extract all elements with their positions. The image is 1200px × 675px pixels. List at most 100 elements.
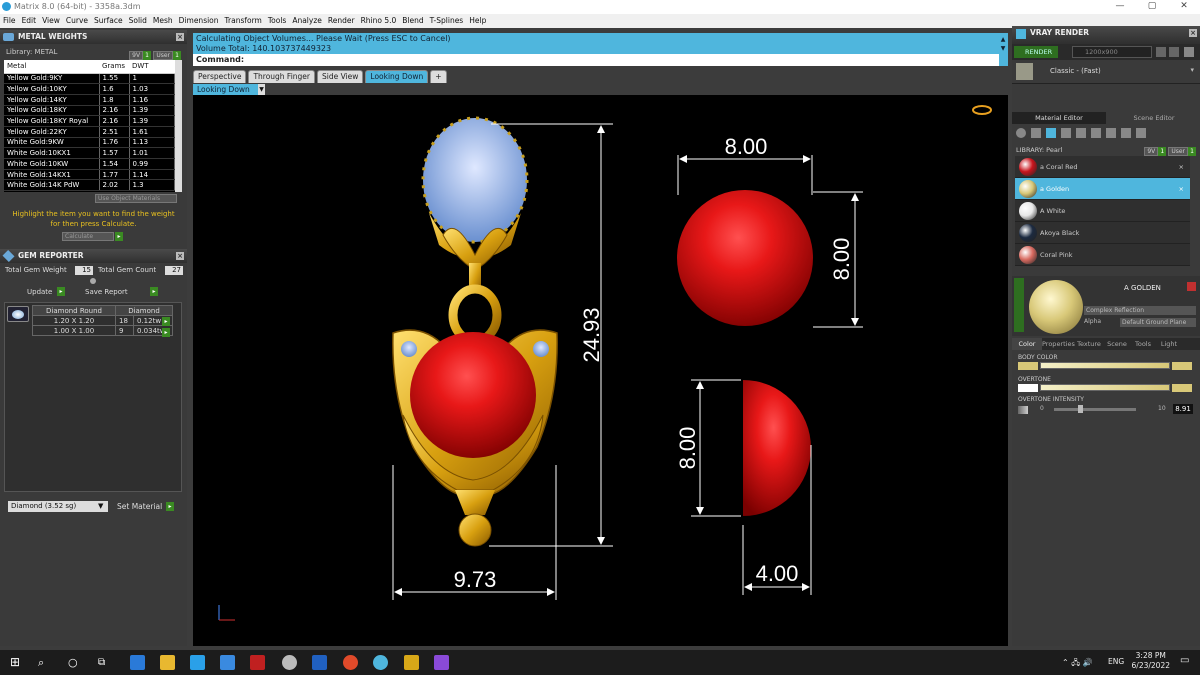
collapse-handle[interactable] (1014, 278, 1024, 332)
metal-row[interactable]: Yellow Gold:18KY 2.16 1.39 (4, 105, 175, 117)
gem-icon[interactable] (1031, 128, 1041, 138)
task-view-icon[interactable]: ⧉ (98, 655, 113, 670)
use-object-materials-select[interactable]: Use Object Materials (95, 194, 177, 203)
app-icon[interactable] (250, 655, 265, 670)
metal-table-scrollbar[interactable] (175, 60, 182, 192)
metal-row[interactable]: White Gold:10KW 1.54 0.99 (4, 158, 175, 170)
tab-perspective[interactable]: Perspective (193, 70, 247, 83)
calculate-button[interactable]: Calculate (62, 232, 114, 241)
metal-row[interactable]: Yellow Gold:18KY Royal 2.16 1.39 (4, 115, 175, 127)
col-dwt[interactable]: DWT (129, 60, 175, 74)
slack-icon[interactable] (434, 655, 449, 670)
menu-analyze[interactable]: Analyze (292, 14, 322, 28)
apply-icon[interactable] (1106, 128, 1116, 138)
rhino-icon[interactable] (282, 655, 297, 670)
quality-select[interactable]: Classic - (Fast) (1050, 67, 1101, 75)
tab-through-finger[interactable]: Through Finger (248, 70, 315, 83)
tab-side-view[interactable]: Side View (317, 70, 364, 83)
metal-row[interactable]: White Gold:14KX1 1.77 1.14 (4, 169, 175, 181)
tab-scene[interactable]: Scene (1104, 338, 1130, 350)
material-item[interactable]: Akoya Black (1015, 222, 1190, 244)
file-explorer-icon[interactable] (160, 655, 175, 670)
menu-help[interactable]: Help (469, 14, 486, 28)
update-button[interactable]: Update (27, 285, 52, 299)
set-material-go-icon[interactable]: ▸ (166, 502, 174, 511)
grid-icon[interactable] (1184, 47, 1194, 57)
tray-icons[interactable]: ⌃ 🖧 🔊 (1062, 657, 1093, 671)
save-report-button[interactable]: Save Report (85, 285, 128, 299)
tab-tools[interactable]: Tools (1130, 338, 1156, 350)
metal-row[interactable]: White Gold:9KW 1.76 1.13 (4, 137, 175, 149)
menu-tsplines[interactable]: T-Splines (430, 14, 464, 28)
folder-icon[interactable] (1169, 47, 1179, 57)
viewport-name-dropdown[interactable]: Looking Down ▼ (193, 84, 265, 95)
minimize-button[interactable]: — (1104, 0, 1136, 14)
metal-row[interactable]: Yellow Gold:22KY 2.51 1.61 (4, 126, 175, 138)
material-item[interactable]: A White (1015, 200, 1190, 222)
status-scroll[interactable]: ▲ ▼ (999, 35, 1007, 53)
overtone-swatch-end[interactable] (1172, 384, 1192, 392)
metal-row[interactable]: White Gold:14K PdW 2.02 1.3 (4, 179, 175, 192)
library-9v-green[interactable]: 1 (143, 51, 152, 60)
tab-looking-down[interactable]: Looking Down (365, 70, 429, 83)
menu-blend[interactable]: Blend (402, 14, 423, 28)
render-button[interactable]: RENDER (1014, 46, 1058, 58)
tab-light[interactable]: Light (1156, 338, 1182, 350)
menu-mesh[interactable]: Mesh (153, 14, 173, 28)
tab-texture[interactable]: Texture (1074, 338, 1104, 350)
library-user-button[interactable]: User (153, 51, 173, 60)
texture-icon[interactable] (1061, 128, 1071, 138)
matrix-icon[interactable] (373, 655, 388, 670)
cortana-icon[interactable]: ○ (68, 655, 83, 670)
add-view-tab-icon[interactable]: + (430, 70, 447, 83)
menu-transform[interactable]: Transform (225, 14, 262, 28)
gem-slider-handle[interactable] (90, 278, 96, 284)
calculate-go-icon[interactable]: ▸ (115, 232, 123, 241)
material-select[interactable]: Diamond (3.52 sg) (8, 501, 108, 512)
gem-row[interactable]: 1.00 X 1.00 9 0.034tw (32, 325, 173, 336)
intensity-slider[interactable] (1054, 408, 1136, 411)
metal-row[interactable]: Yellow Gold:9KY 1.55 1 (4, 73, 175, 85)
pendant-model[interactable] (392, 116, 558, 547)
menu-view[interactable]: View (42, 14, 60, 28)
pick-icon[interactable] (1121, 128, 1131, 138)
checker-icon[interactable] (1091, 128, 1101, 138)
store-icon[interactable] (190, 655, 205, 670)
overtone-slider[interactable] (1040, 384, 1170, 391)
pearl-top-view[interactable] (677, 190, 813, 326)
body-color-slider[interactable] (1040, 362, 1170, 369)
tab-scene-editor[interactable]: Scene Editor (1108, 112, 1200, 124)
material-item[interactable]: Coral Pink (1015, 244, 1190, 266)
language-indicator[interactable]: ENG (1108, 657, 1124, 666)
resolution-field[interactable]: 1200x900 (1072, 46, 1152, 58)
pearl-half-view[interactable] (743, 380, 811, 516)
app-icon[interactable] (404, 655, 419, 670)
mail-icon[interactable] (220, 655, 235, 670)
col-grams[interactable]: Grams (99, 60, 129, 74)
menu-edit[interactable]: Edit (22, 14, 37, 28)
tab-material-editor[interactable]: Material Editor (1012, 112, 1106, 124)
menu-surface[interactable]: Surface (94, 14, 123, 28)
windows-start-icon[interactable]: ⊞ (10, 655, 25, 670)
metal-row[interactable]: White Gold:10KX1 1.57 1.01 (4, 147, 175, 159)
material-icon[interactable] (1046, 128, 1056, 138)
viewport[interactable]: 24.93 9.73 8.00 8.00 8.00 4.00 (193, 95, 1008, 646)
menu-dimension[interactable]: Dimension (179, 14, 219, 28)
close-button[interactable]: ✕ (1168, 0, 1200, 14)
drop-icon[interactable] (1016, 128, 1026, 138)
close-icon[interactable]: × (176, 252, 184, 260)
save-icon[interactable] (1156, 47, 1166, 57)
reset-icon[interactable] (1187, 282, 1196, 291)
menu-render[interactable]: Render (328, 14, 355, 28)
intensity-value[interactable]: 8.91 (1173, 404, 1193, 414)
library-9v-button[interactable]: 9V (129, 51, 144, 60)
overtone-swatch[interactable] (1018, 384, 1038, 392)
save-report-go-icon[interactable]: ▸ (150, 287, 158, 296)
gem-row-arrow-icon[interactable]: ▸ (162, 317, 170, 326)
col-metal[interactable]: Metal (4, 60, 99, 74)
body-color-swatch-end[interactable] (1172, 362, 1192, 370)
pattern-icon[interactable] (1076, 128, 1086, 138)
tab-color[interactable]: Color (1012, 338, 1042, 350)
update-go-icon[interactable]: ▸ (57, 287, 65, 296)
reflection-select[interactable]: Complex Reflection (1084, 306, 1196, 315)
